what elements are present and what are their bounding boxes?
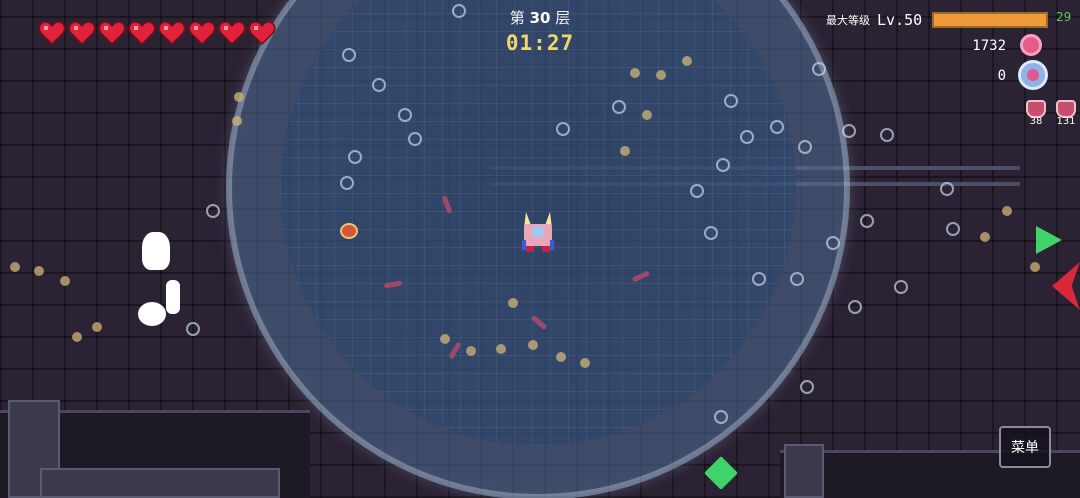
xp-bar: [932, 12, 1048, 28]
particle: [682, 56, 692, 66]
bubble-particle: [790, 272, 804, 286]
bubble-particle: [848, 300, 862, 314]
particle: [656, 70, 666, 80]
offscreen-arrow-right-icon: [1036, 226, 1062, 254]
xp-value: 29: [1056, 10, 1072, 24]
bubble-particle: [724, 94, 738, 108]
bubble-particle: [186, 322, 200, 336]
bubble-particle: [612, 100, 626, 114]
coin-count: 1732: [972, 38, 1006, 54]
particle: [620, 146, 630, 156]
bubble-particle: [348, 150, 362, 164]
machine-block-bottom: [40, 468, 280, 498]
max-level-label: 最大等级: [826, 14, 870, 27]
particle: [440, 334, 450, 344]
particle: [630, 68, 640, 78]
bubble-particle: [940, 182, 954, 196]
enemy-spawn-silhouette: [166, 280, 180, 314]
enemy-spawn-silhouette: [138, 302, 166, 326]
bubble-particle: [340, 176, 354, 190]
floor-number: 30: [529, 9, 551, 27]
particle: [580, 358, 590, 368]
particle: [60, 276, 70, 286]
bubble-particle: [798, 140, 812, 154]
particle: [232, 116, 242, 126]
bubble-particle: [826, 236, 840, 250]
bubble-particle: [206, 204, 220, 218]
machine-block-right: [784, 444, 824, 498]
bubble-particle: [372, 78, 386, 92]
enemy-warning-icon: [1052, 262, 1080, 310]
player-character-icon: [522, 212, 554, 252]
particle: [1002, 206, 1012, 216]
particle: [72, 332, 82, 342]
particle: [980, 232, 990, 242]
particle: [528, 340, 538, 350]
gem-count: 0: [997, 68, 1006, 84]
bubble-particle: [690, 184, 704, 198]
enemy-spawn-silhouette: [142, 232, 170, 270]
game-stage: 第 30 层 01:27 最大等级 Lv.50 29 1732 0 38 131…: [0, 0, 1080, 498]
level-value: Lv.50: [877, 11, 923, 29]
bubble-particle: [752, 272, 766, 286]
bubble-particle: [714, 410, 728, 424]
particle: [34, 266, 44, 276]
particle: [556, 352, 566, 362]
particle: [1030, 262, 1040, 272]
particle: [10, 262, 20, 272]
floor-suffix: 层: [555, 9, 571, 27]
particle: [508, 298, 518, 308]
potion-count: 131: [1056, 116, 1076, 127]
bubble-particle: [770, 120, 784, 134]
bubble-particle: [842, 124, 856, 138]
bubble-particle: [894, 280, 908, 294]
offscreen-arrow-down-icon: [704, 456, 738, 490]
bubble-particle: [398, 108, 412, 122]
item-pickup-icon[interactable]: [340, 223, 358, 239]
bubble-particle: [408, 132, 422, 146]
particle: [642, 110, 652, 120]
bubble-particle: [860, 214, 874, 228]
bubble-particle: [946, 222, 960, 236]
particle: [92, 322, 102, 332]
particle: [496, 344, 506, 354]
survival-timer: 01:27: [505, 31, 575, 55]
bubble-particle: [880, 128, 894, 142]
bubble-particle: [716, 158, 730, 172]
bubble-particle: [556, 122, 570, 136]
bubble-particle: [812, 62, 826, 76]
orb-gem-icon: [1018, 60, 1048, 90]
donut-coin-icon: [1020, 34, 1042, 56]
floor-prefix: 第: [509, 9, 525, 27]
particle: [466, 346, 476, 356]
particle: [234, 92, 244, 102]
menu-button[interactable]: 菜单: [999, 426, 1051, 468]
xp-bar-fill: [934, 14, 1046, 26]
bubble-particle: [740, 130, 754, 144]
potion-count: 38: [1029, 116, 1043, 127]
bubble-particle: [704, 226, 718, 240]
bubble-particle: [800, 380, 814, 394]
